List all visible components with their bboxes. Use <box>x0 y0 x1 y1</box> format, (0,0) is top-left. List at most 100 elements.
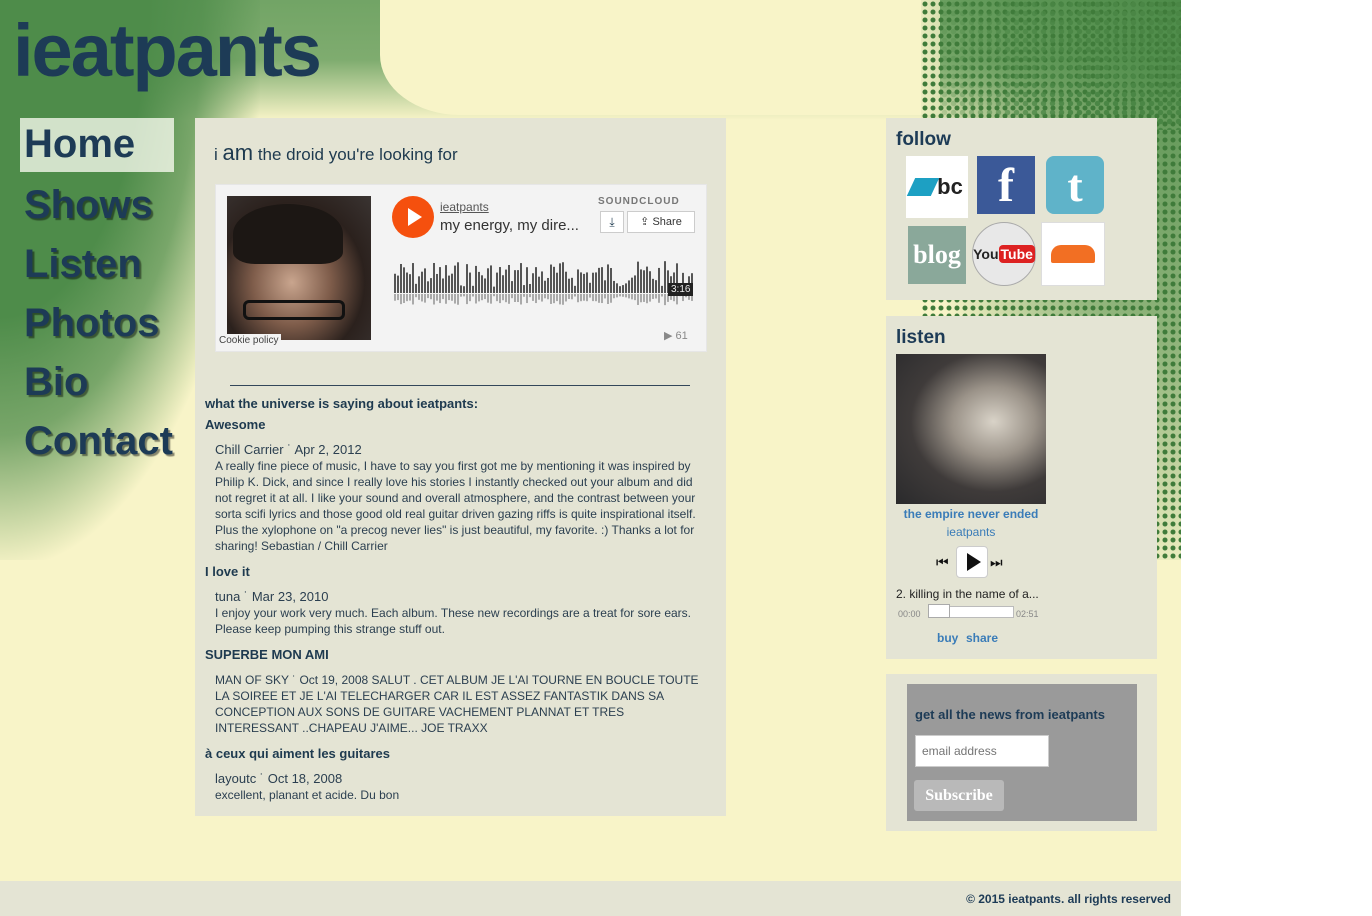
waveform-bar <box>637 261 639 293</box>
waveform-reflection <box>463 294 465 297</box>
waveform-reflection <box>550 294 552 304</box>
progress-handle[interactable] <box>928 604 950 618</box>
email-field[interactable] <box>915 735 1049 767</box>
waveform-reflection <box>517 294 519 303</box>
waveform-bar <box>616 283 618 293</box>
bandcamp-icon[interactable]: bc <box>906 156 968 218</box>
soundcloud-icon[interactable] <box>1041 222 1105 286</box>
waveform[interactable] <box>392 253 695 311</box>
waveform-reflection <box>634 294 636 301</box>
share-button[interactable]: ⇪ Share <box>627 211 695 233</box>
waveform-reflection <box>481 294 483 301</box>
waveform-bar <box>451 273 453 293</box>
waveform-reflection <box>562 294 564 305</box>
waveform-bar <box>529 283 531 293</box>
waveform-bar <box>415 283 417 293</box>
waveform-bar <box>589 282 591 293</box>
subscribe-button[interactable]: Subscribe <box>914 780 1004 811</box>
soundcloud-track-title[interactable]: my energy, my dire... <box>440 217 590 234</box>
review-body: MAN OF SKY ˙ Oct 19, 2008 SALUT . CET AL… <box>215 673 699 735</box>
play-button[interactable] <box>392 196 434 238</box>
waveform-reflection <box>535 294 537 304</box>
nav-home[interactable]: Home <box>20 118 174 172</box>
waveform-bar <box>541 271 543 293</box>
halftone-dots <box>940 0 1181 130</box>
waveform-reflection <box>424 294 426 303</box>
waveform-reflection <box>529 294 531 298</box>
previous-track-icon[interactable]: ⏮ <box>936 554 949 571</box>
waveform-reflection <box>541 294 543 302</box>
footer: © 2015 ieatpants. all rights reserved <box>0 881 1181 916</box>
waveform-reflection <box>637 294 639 305</box>
facebook-icon[interactable]: f <box>977 156 1035 214</box>
nav-photos[interactable]: Photos <box>20 295 180 354</box>
waveform-bar <box>445 265 447 293</box>
cookie-policy-link[interactable]: Cookie policy <box>216 334 282 347</box>
site-logo[interactable]: ieatpants <box>13 6 322 96</box>
waveform-reflection <box>457 294 459 305</box>
waveform-bar <box>460 285 462 293</box>
waveform-reflection <box>547 294 549 300</box>
waveform-reflection <box>556 294 558 302</box>
nav-bio[interactable]: Bio <box>20 354 180 413</box>
waveform-reflection <box>451 294 453 301</box>
waveform-reflection <box>664 294 666 306</box>
waveform-reflection <box>499 294 501 304</box>
copyright: © 2015 ieatpants. all rights reserved <box>966 892 1171 906</box>
review-body: excellent, planant et acide. Du bon <box>215 788 400 802</box>
waveform-bar <box>511 281 513 293</box>
waveform-bar <box>592 272 594 293</box>
waveform-reflection <box>394 294 396 301</box>
waveform-reflection <box>598 294 600 303</box>
waveform-reflection <box>469 294 471 302</box>
waveform-reflection <box>454 294 456 304</box>
waveform-bar <box>625 283 627 293</box>
waveform-reflection <box>589 294 591 298</box>
waveform-reflection <box>559 294 561 305</box>
waveform-bar <box>652 278 654 293</box>
waveform-reflection <box>643 294 645 302</box>
waveform-reflection <box>475 294 477 304</box>
waveform-bar <box>436 273 438 293</box>
waveform-bar <box>586 272 588 293</box>
waveform-bar <box>532 273 534 293</box>
next-track-icon[interactable]: ⏭ <box>990 554 1003 571</box>
waveform-bar <box>634 275 636 293</box>
album-cover[interactable] <box>896 354 1046 504</box>
buy-link[interactable]: buy <box>937 631 958 645</box>
waveform-bar <box>607 264 609 293</box>
twitter-icon[interactable]: t <box>1046 156 1104 214</box>
waveform-bar <box>574 285 576 293</box>
soundcloud-player: Cookie policy ieatpants my energy, my di… <box>215 184 707 352</box>
waveform-reflection <box>439 294 441 304</box>
play-pause-button[interactable] <box>956 546 988 578</box>
waveform-bar <box>520 263 522 293</box>
youtube-icon[interactable]: You Tube <box>972 222 1036 286</box>
waveform-reflection <box>508 294 510 304</box>
waveform-bar <box>544 280 546 293</box>
nav-shows[interactable]: Shows <box>20 177 180 236</box>
nav-listen[interactable]: Listen <box>20 236 180 295</box>
artist-link[interactable]: ieatpants <box>896 525 1046 539</box>
share-link[interactable]: share <box>966 631 998 645</box>
waveform-bar <box>499 267 501 293</box>
soundcloud-logo[interactable]: SOUNDCLOUD <box>598 196 680 207</box>
review-title: I love it <box>205 564 250 579</box>
waveform-reflection <box>430 294 432 300</box>
album-title-link[interactable]: the empire never ended <box>896 507 1046 521</box>
waveform-reflection <box>505 294 507 303</box>
play-count: ▶ 61 <box>664 330 688 342</box>
waveform-reflection <box>421 294 423 302</box>
waveform-bar <box>466 264 468 293</box>
nav-contact[interactable]: Contact <box>20 413 180 472</box>
waveform-reflection <box>418 294 420 300</box>
review-title: à ceux qui aiment les guitares <box>205 746 390 761</box>
waveform-bar <box>553 266 555 293</box>
listen-heading: listen <box>896 327 946 348</box>
follow-panel: follow bc f t blog You Tube <box>886 118 1157 300</box>
waveform-reflection <box>448 294 450 301</box>
blog-icon[interactable]: blog <box>908 226 966 284</box>
soundcloud-user-link[interactable]: ieatpants <box>440 200 489 214</box>
download-icon[interactable]: ⤓ <box>600 211 624 233</box>
reviews: what the universe is saying about ieatpa… <box>205 396 705 813</box>
